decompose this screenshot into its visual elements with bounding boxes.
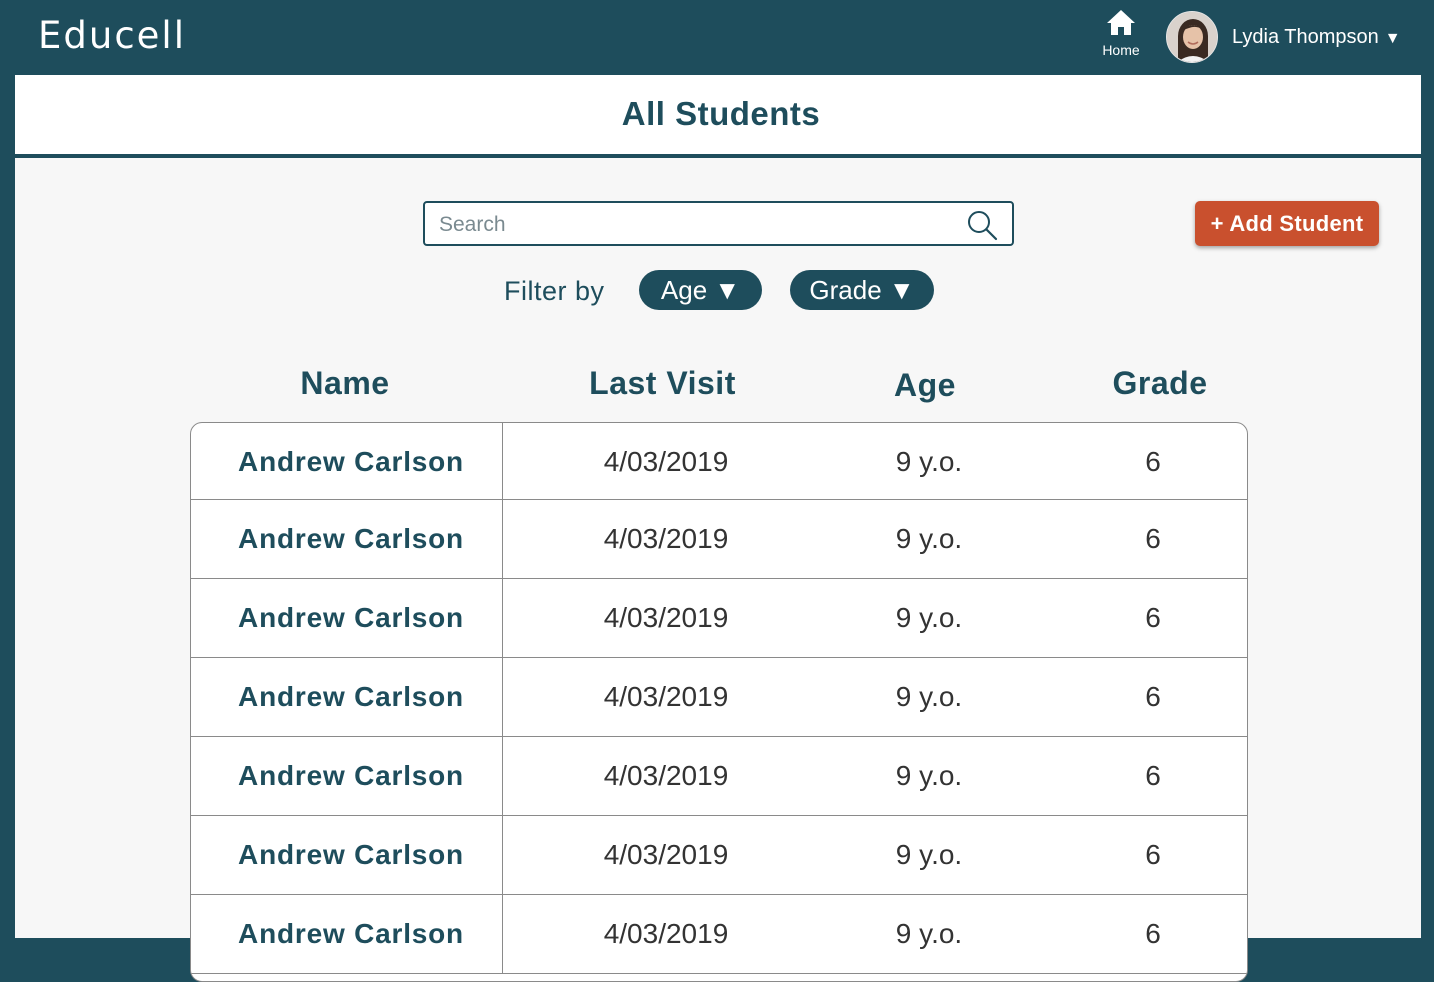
student-name[interactable]: Andrew Carlson [191,500,511,578]
table-row[interactable]: Andrew Carlson 4/03/2019 9 y.o. 6 [191,658,1247,737]
student-name[interactable]: Andrew Carlson [191,579,511,657]
app-logo[interactable]: Educell [38,14,186,57]
search-icon[interactable] [966,209,998,241]
student-age: 9 y.o. [895,446,963,477]
grade-filter-dropdown[interactable]: Grade ▼ [790,270,934,310]
last-visit: 4/03/2019 [603,602,729,633]
home-icon [1107,10,1135,35]
user-name: Lydia Thompson [1232,26,1379,48]
user-menu-caret-icon: ▼ [1384,30,1401,47]
last-visit: 4/03/2019 [603,918,729,949]
student-name[interactable]: Andrew Carlson [191,895,511,973]
student-age: 9 y.o. [895,918,963,949]
table-row[interactable]: Andrew Carlson 4/03/2019 9 y.o. 6 [191,816,1247,895]
last-visit: 4/03/2019 [603,681,729,712]
user-avatar[interactable] [1166,11,1218,63]
table-row[interactable]: Andrew Carlson 4/03/2019 9 y.o. 6 [191,737,1247,816]
last-visit: 4/03/2019 [603,523,729,554]
main-panel: All Students + Add Student Filter by Age… [15,75,1421,982]
student-name[interactable]: Andrew Carlson [191,658,511,736]
student-grade: 6 [1145,523,1161,554]
student-age: 9 y.o. [895,681,963,712]
avatar-image [1167,12,1217,62]
student-grade: 6 [1145,839,1161,870]
table-row[interactable]: Andrew Carlson 4/03/2019 9 y.o. 6 [191,895,1247,974]
student-grade: 6 [1145,602,1161,633]
student-age: 9 y.o. [895,602,963,633]
column-header-age[interactable]: Age [855,367,995,404]
user-menu[interactable]: Lydia Thompson ▼ [1232,26,1401,49]
table-row[interactable]: Andrew Carlson 4/03/2019 9 y.o. 6 [191,500,1247,579]
column-header-grade[interactable]: Grade [1085,365,1235,402]
student-grade: 6 [1145,681,1161,712]
add-student-button[interactable]: + Add Student [1195,201,1379,246]
home-button[interactable]: Home [1096,8,1146,58]
student-grade: 6 [1145,446,1161,477]
column-header-last-visit[interactable]: Last Visit [545,365,780,402]
column-header-name[interactable]: Name [235,365,455,402]
table-row[interactable]: Andrew Carlson 4/03/2019 9 y.o. 6 [191,579,1247,658]
filter-label: Filter by [504,276,605,306]
page-title: All Students [621,95,821,132]
last-visit: 4/03/2019 [603,839,729,870]
top-navigation-bar: Educell Home Lydia Thompson ▼ [0,0,1434,75]
student-grade: 6 [1145,918,1161,949]
student-name[interactable]: Andrew Carlson [191,423,511,501]
student-name[interactable]: Andrew Carlson [191,816,511,894]
last-visit: 4/03/2019 [603,760,729,791]
home-label: Home [1102,42,1140,58]
student-grade: 6 [1145,760,1161,791]
student-age: 9 y.o. [895,523,963,554]
last-visit: 4/03/2019 [603,446,729,477]
search-box[interactable] [423,201,1014,246]
student-age: 9 y.o. [895,760,963,791]
table-row[interactable]: Andrew Carlson 4/03/2019 9 y.o. 6 [191,423,1247,501]
age-filter-dropdown[interactable]: Age ▼ [639,270,762,310]
student-name[interactable]: Andrew Carlson [191,737,511,815]
students-table: Andrew Carlson 4/03/2019 9 y.o. 6 Andrew Car… [190,422,1248,982]
student-age: 9 y.o. [895,839,963,870]
search-input[interactable] [437,211,951,239]
